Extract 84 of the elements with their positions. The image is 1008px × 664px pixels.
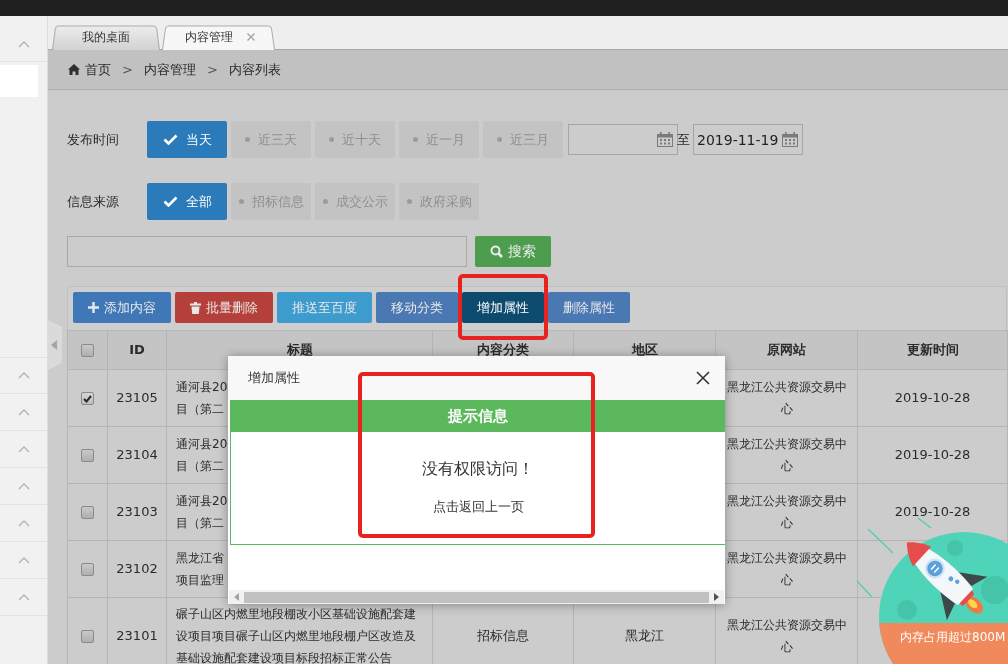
range-separator: 至 [677, 130, 690, 149]
search-icon [490, 245, 503, 258]
id-text: 23103 [116, 503, 158, 522]
chevron-up-icon[interactable] [17, 519, 30, 527]
id-text: 23102 [116, 560, 158, 579]
checkbox[interactable] [81, 344, 94, 357]
sidebar-toggle-button[interactable] [48, 320, 62, 370]
breadcrumb-separator: > [206, 62, 218, 77]
source-site-text: 黑龙江公共资源交易中心 [725, 550, 848, 589]
source-site-text: 黑龙江公共资源交易中心 [725, 617, 848, 656]
title-text: 碾子山区内燃里地段棚改小区基础设施配套建设项目项目碾子山区内燃里地段棚户区改造及基础设施配套建设项目标段招标正常公告 [176, 606, 417, 664]
dot-icon [406, 199, 412, 204]
scrollbar-thumb[interactable] [244, 591, 709, 603]
toolbar-button[interactable]: 增加属性 [462, 292, 544, 323]
toolbar-button[interactable]: 添加内容 [73, 292, 171, 323]
tab[interactable]: 内容管理 [162, 24, 275, 50]
check-icon [162, 196, 178, 207]
trash-icon [190, 301, 201, 314]
dot-icon [497, 137, 502, 142]
breadcrumb-current: 内容列表 [228, 60, 281, 79]
title-text: 黑龙江省 项目监理 [176, 550, 224, 589]
chevron-up-icon[interactable] [17, 408, 30, 416]
column-header: 更新时间 [857, 330, 1008, 370]
id-text: 23101 [116, 627, 158, 646]
date-text: 2019-10-28 [894, 389, 971, 408]
toolbar-button[interactable]: 推送至百度 [277, 292, 372, 323]
region-text: 黑龙江 [625, 627, 664, 646]
home-icon [68, 64, 80, 75]
dot-icon [238, 199, 244, 204]
source-site-text: 黑龙江公共资源交易中心 [725, 379, 848, 418]
filter-label: 信息来源 [67, 192, 120, 211]
checkbox[interactable] [81, 506, 94, 519]
date-field[interactable]: 2019-11-19 [693, 124, 803, 155]
chevron-up-icon[interactable] [17, 372, 30, 379]
date-field[interactable] [568, 124, 678, 155]
checkbox[interactable] [81, 563, 94, 576]
chevron-up-icon[interactable] [17, 593, 30, 601]
chevron-up-icon[interactable] [17, 482, 30, 490]
checkbox[interactable] [81, 630, 94, 643]
search-field[interactable] [67, 236, 467, 267]
search-button[interactable]: 搜索 [475, 236, 551, 267]
column-header: ID [107, 330, 167, 370]
id-text: 23104 [116, 446, 158, 465]
scroll-left-icon[interactable] [234, 593, 239, 601]
chevron-up-icon[interactable] [17, 445, 30, 453]
close-icon[interactable] [696, 371, 710, 385]
date-text: 2019-10-28 [894, 503, 971, 522]
title-text: 通河县20 目（第二 [176, 379, 228, 418]
breadcrumb-link[interactable]: 内容管理 [143, 60, 196, 79]
breadcrumb-link[interactable]: 首页 [68, 60, 111, 79]
chevron-up-icon[interactable] [17, 556, 30, 564]
dot-icon [413, 137, 418, 142]
memory-warning-text: 内存占用超过800M [900, 629, 1006, 646]
breadcrumb-separator: > [122, 62, 133, 77]
checkmark-icon [83, 394, 92, 403]
filter-option[interactable]: 全部 [147, 183, 227, 220]
dialog-title: 增加属性 [248, 369, 300, 387]
back-link[interactable]: 点击返回上一页 [432, 499, 524, 516]
checkbox[interactable] [81, 392, 94, 405]
caret-left-icon [51, 340, 57, 350]
column-header: 原网站 [715, 330, 858, 370]
scroll-right-icon[interactable] [714, 593, 719, 601]
toolbar-button[interactable]: 删除属性 [548, 292, 630, 323]
id-text: 23105 [116, 389, 158, 408]
source-site-text: 黑龙江公共资源交易中心 [725, 436, 848, 475]
title-text: 通河县20 目（第二 [176, 436, 228, 475]
title-text: 通河县20 目（第二 [176, 493, 228, 532]
tab[interactable]: 我的桌面 [52, 24, 160, 50]
check-icon [162, 134, 178, 145]
toolbar-button[interactable]: 移动分类 [376, 292, 458, 323]
dot-icon [245, 137, 250, 142]
filter-label: 发布时间 [67, 130, 120, 149]
filter-option[interactable]: 当天 [147, 121, 227, 158]
plus-icon [88, 302, 99, 313]
error-message: 没有权限访问！ [422, 459, 534, 478]
date-text: 2019-10-28 [894, 446, 971, 465]
toolbar-button[interactable]: 批量删除 [175, 292, 273, 323]
dot-icon [322, 199, 328, 204]
source-site-text: 黑龙江公共资源交易中心 [725, 493, 848, 532]
chevron-up-icon[interactable] [17, 41, 30, 48]
category-text: 招标信息 [477, 627, 529, 646]
notice-banner: 提示信息 [231, 400, 725, 432]
checkbox[interactable] [81, 449, 94, 462]
dot-icon [329, 137, 334, 142]
